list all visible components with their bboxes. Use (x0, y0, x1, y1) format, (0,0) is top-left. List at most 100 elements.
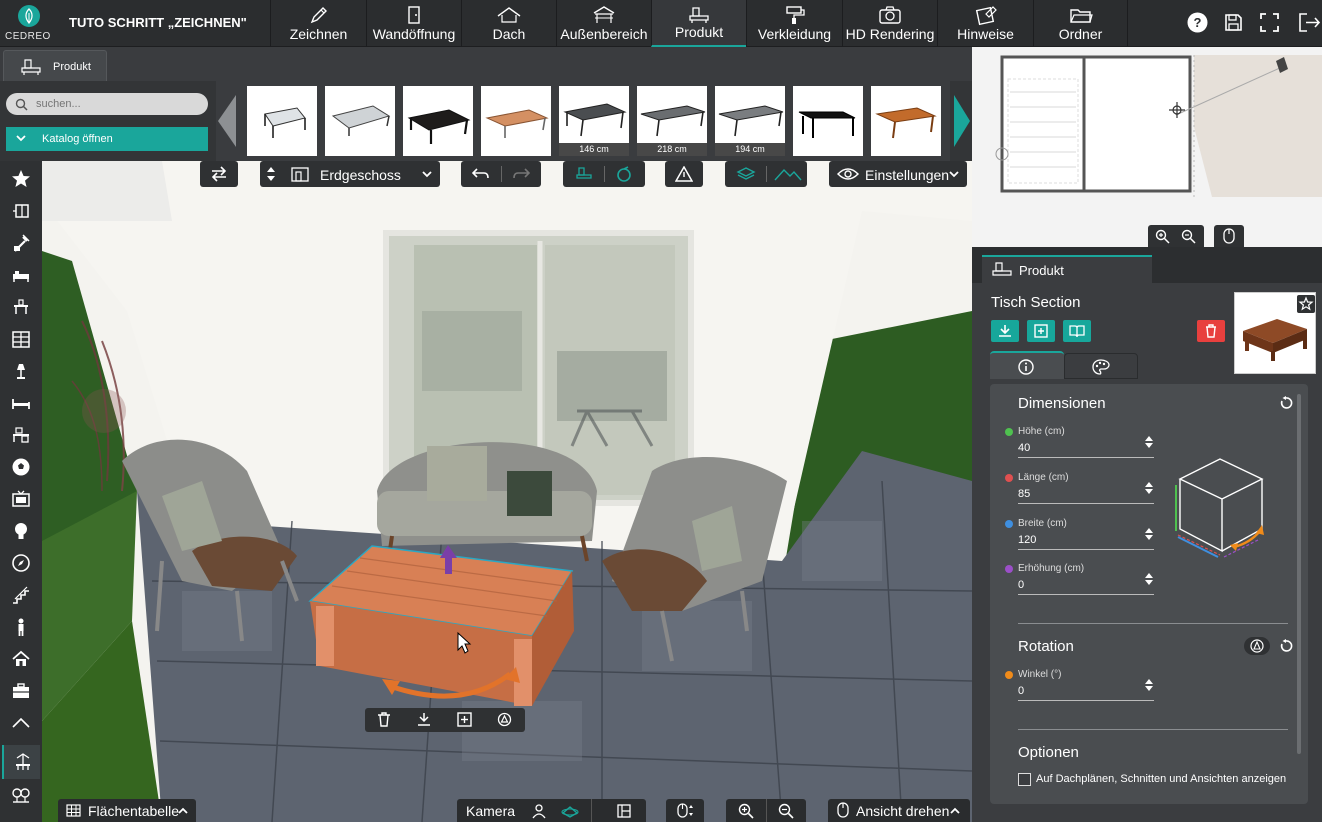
tab-aussenbereich[interactable]: Außenbereich (556, 0, 651, 47)
sub-tab-produkt[interactable]: Produkt (3, 50, 107, 81)
delete-product-button[interactable] (1197, 320, 1225, 342)
reset-rotation-icon[interactable] (1279, 639, 1293, 653)
staircase-icon[interactable] (11, 585, 31, 605)
favorites-star-icon[interactable] (11, 169, 31, 189)
tab-dach[interactable]: Dach (461, 0, 556, 47)
catalog-open-button[interactable]: Katalog öffnen (6, 127, 208, 151)
angle-input[interactable]: 0 (1018, 683, 1154, 701)
scroll-left-arrow-icon[interactable] (218, 95, 236, 147)
cedreo-logo[interactable]: CEDREO (0, 0, 58, 47)
reset-dimensions-icon[interactable] (1279, 396, 1293, 410)
length-stepper-icon[interactable] (1144, 480, 1154, 496)
house-icon[interactable] (11, 649, 31, 669)
delete-icon[interactable] (377, 712, 391, 727)
rotate-90-button[interactable] (1244, 637, 1270, 655)
floor-select[interactable]: Erdgeschoss (260, 161, 440, 187)
camera-height-button[interactable] (666, 799, 704, 822)
catalog-info-button[interactable] (1063, 320, 1091, 342)
windows-doors-icon[interactable] (11, 201, 31, 221)
info-subtab[interactable] (990, 351, 1064, 379)
catalog-item[interactable] (793, 86, 863, 156)
length-label: Länge (cm) (1018, 472, 1069, 483)
layers-icon[interactable] (736, 166, 756, 182)
width-input[interactable]: 120 (1018, 532, 1154, 550)
scroll-right-button[interactable] (950, 81, 972, 161)
person-camera-icon[interactable] (531, 803, 547, 819)
undo-icon[interactable] (472, 167, 490, 181)
height-stepper-icon[interactable] (1144, 434, 1154, 450)
zoom-in-icon[interactable] (738, 803, 754, 819)
terrain-mountain-icon[interactable] (774, 166, 802, 182)
plants-icon[interactable] (11, 785, 31, 805)
catalog-item[interactable] (871, 86, 941, 156)
outdoor-category-active[interactable] (2, 745, 40, 779)
redo-icon[interactable] (512, 167, 530, 181)
search-input[interactable] (36, 96, 196, 112)
width-stepper-icon[interactable] (1144, 526, 1154, 542)
help-icon[interactable]: ? (1187, 12, 1208, 33)
tab-hd-rendering[interactable]: HD Rendering (842, 0, 937, 47)
duplicate-product-button[interactable] (1027, 320, 1055, 342)
zoom-out-icon[interactable] (778, 803, 794, 819)
logout-icon[interactable] (1297, 12, 1322, 33)
height-input[interactable]: 40 (1018, 440, 1154, 458)
tab-verkleidung[interactable]: Verkleidung (746, 0, 842, 47)
panel-tab-produkt[interactable]: Produkt (982, 255, 1152, 283)
duplicate-icon[interactable] (457, 712, 472, 727)
catalog-item[interactable] (325, 86, 395, 156)
tab-produkt[interactable]: Produkt (651, 0, 746, 47)
plan-minimap[interactable] (972, 47, 1322, 247)
bed-icon[interactable] (11, 393, 31, 413)
drop-product-button[interactable] (991, 320, 1019, 342)
elevation-stepper-icon[interactable] (1144, 571, 1154, 587)
save-icon[interactable] (1223, 12, 1244, 33)
rotate-flip-icon[interactable] (497, 712, 512, 727)
light-bulb-icon[interactable] (11, 521, 31, 541)
show-on-plans-checkbox[interactable] (1018, 773, 1031, 786)
shelving-icon[interactable] (11, 329, 31, 349)
search-box[interactable] (6, 93, 208, 115)
minimap-mouse-button[interactable] (1214, 225, 1244, 247)
lamp-icon[interactable] (11, 361, 31, 381)
dining-table-icon[interactable] (11, 297, 31, 317)
fullscreen-icon[interactable] (1259, 12, 1280, 33)
person-icon[interactable] (11, 617, 31, 637)
office-desk-icon[interactable] (11, 425, 31, 445)
area-table-toggle[interactable]: Flächentabelle (58, 799, 196, 822)
football-icon[interactable] (11, 457, 31, 477)
catalog-item[interactable]: 146 cm (559, 86, 629, 156)
tab-wandoeffnung[interactable]: Wandöffnung (366, 0, 461, 47)
favorite-star-icon[interactable] (1297, 295, 1315, 313)
drop-to-floor-icon[interactable] (417, 712, 431, 727)
magnet-icon[interactable] (615, 166, 633, 182)
orbit-camera-icon[interactable] (561, 803, 579, 819)
catalog-item[interactable] (481, 86, 551, 156)
catalog-item[interactable] (247, 86, 317, 156)
angle-stepper-icon[interactable] (1144, 677, 1154, 693)
briefcase-icon[interactable] (11, 681, 31, 701)
swap-view-button[interactable] (200, 161, 238, 187)
properties-scrollbar[interactable] (1297, 394, 1301, 754)
roof-outline-icon[interactable] (11, 713, 31, 733)
terrain-button[interactable] (665, 161, 703, 187)
elevation-input[interactable]: 0 (1018, 577, 1154, 595)
catalog-item[interactable]: 194 cm (715, 86, 785, 156)
zoom-out-icon[interactable] (1181, 229, 1196, 244)
settings-dropdown[interactable]: Einstellungen (829, 161, 967, 187)
furniture-view-icon[interactable] (574, 166, 594, 182)
catalog-item[interactable] (403, 86, 473, 156)
rotate-view-dropdown[interactable]: Ansicht drehen (828, 799, 970, 822)
zoom-in-icon[interactable] (1155, 229, 1170, 244)
catalog-item[interactable]: 218 cm (637, 86, 707, 156)
plan-view-icon[interactable] (616, 803, 632, 819)
length-input[interactable]: 85 (1018, 486, 1154, 504)
tab-ordner[interactable]: Ordner (1033, 0, 1128, 47)
tv-cabinet-icon[interactable] (11, 489, 31, 509)
sofa-icon[interactable] (11, 265, 31, 285)
3d-viewport[interactable]: Erdgeschoss Einstellungen (42, 161, 972, 822)
materials-subtab[interactable] (1064, 353, 1138, 379)
kitchen-tools-icon[interactable] (11, 233, 31, 253)
tab-zeichnen[interactable]: Zeichnen (270, 0, 366, 47)
tab-hinweise[interactable]: Hinweise (937, 0, 1033, 47)
compass-icon[interactable] (11, 553, 31, 573)
